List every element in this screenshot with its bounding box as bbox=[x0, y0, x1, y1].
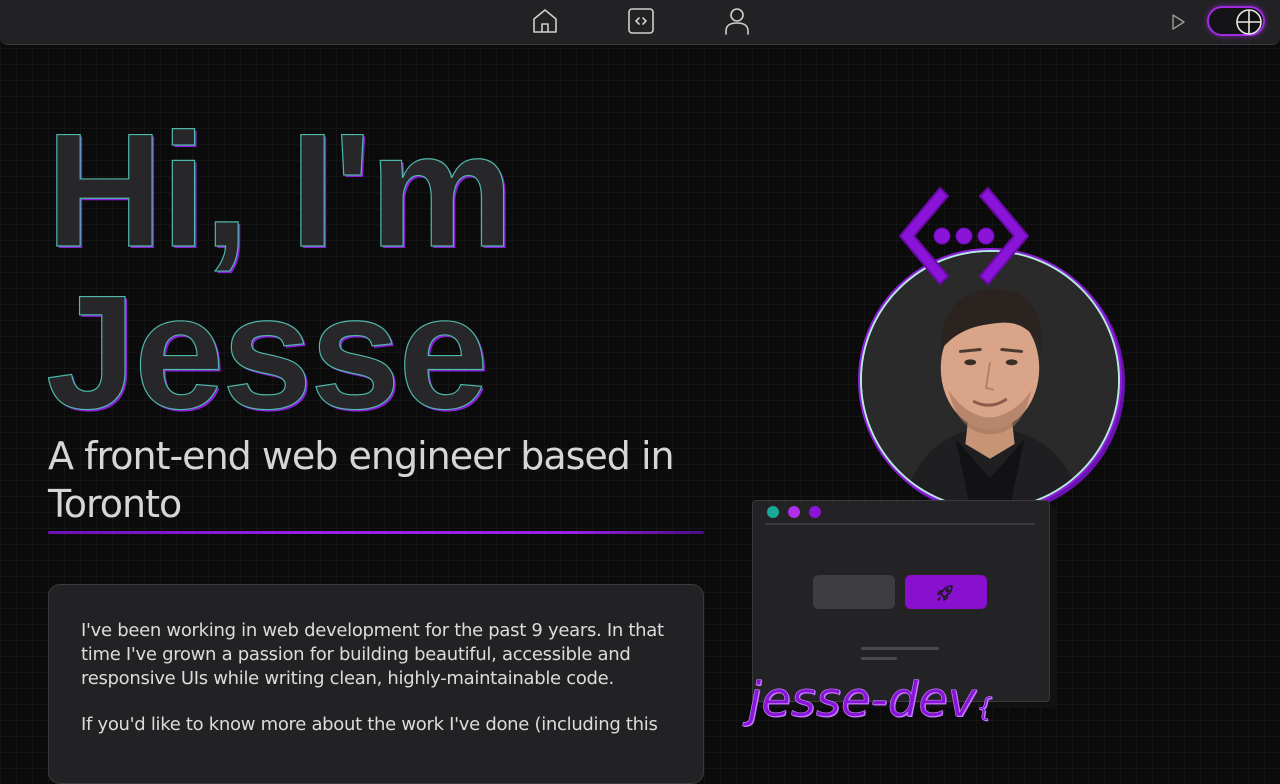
mockup-separator bbox=[765, 523, 1035, 525]
mockup-button bbox=[813, 575, 895, 609]
about-card: I've been working in web development for… bbox=[48, 584, 704, 784]
hero-subtitle: A front-end web engineer based in Toront… bbox=[48, 434, 675, 526]
user-icon[interactable] bbox=[722, 6, 752, 36]
brand-brace: { bbox=[976, 693, 993, 724]
top-nav-bar bbox=[0, 0, 1280, 45]
window-dot bbox=[809, 506, 821, 518]
theme-toggle[interactable] bbox=[1207, 6, 1265, 36]
window-dot bbox=[767, 506, 779, 518]
code-icon[interactable] bbox=[626, 6, 656, 36]
code-ellipsis-icon bbox=[892, 180, 1036, 292]
globe-icon bbox=[1236, 9, 1262, 35]
rocket-icon bbox=[937, 585, 953, 601]
play-icon[interactable] bbox=[1168, 12, 1188, 32]
mockup-primary-button bbox=[905, 575, 987, 609]
mockup-text-line bbox=[861, 657, 897, 660]
window-dot bbox=[788, 506, 800, 518]
hero-greeting: Hi, I'm bbox=[45, 100, 514, 281]
mockup-text-line bbox=[861, 647, 939, 650]
about-paragraph: If you'd like to know more about the wor… bbox=[81, 714, 658, 735]
brand-wordmark: jesse-dev{ bbox=[748, 670, 993, 738]
section-divider bbox=[48, 531, 704, 534]
about-paragraph: I've been working in web development for… bbox=[81, 620, 664, 689]
home-icon[interactable] bbox=[530, 6, 560, 36]
hero-name: Jesse bbox=[45, 262, 489, 443]
